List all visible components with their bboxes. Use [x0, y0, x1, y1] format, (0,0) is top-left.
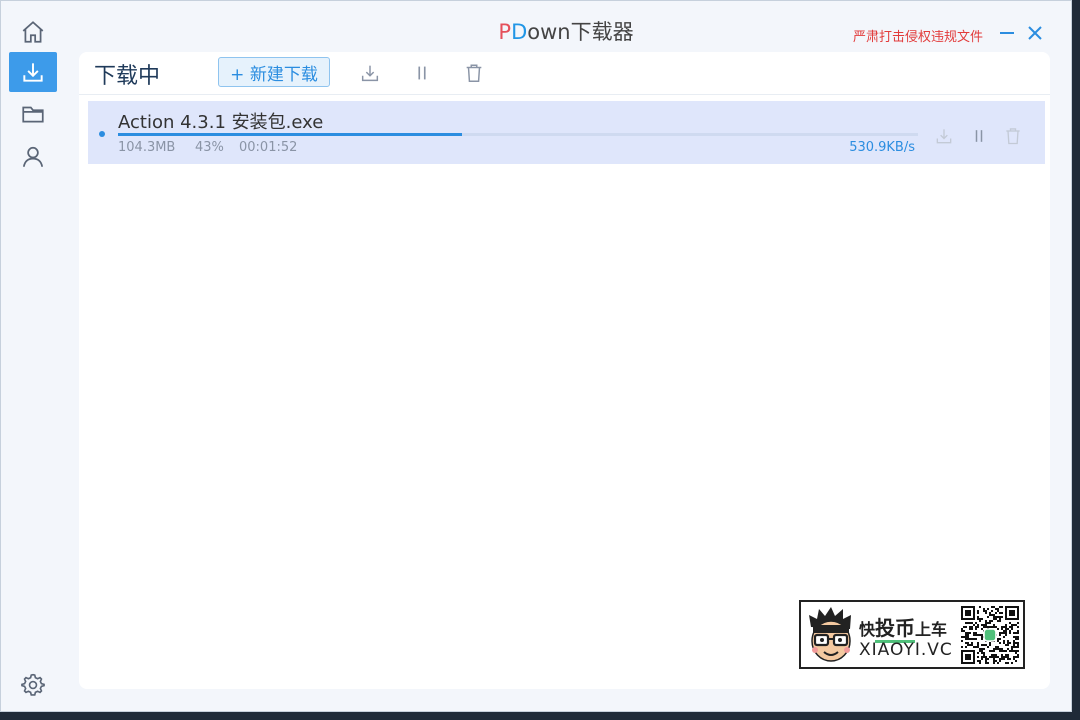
new-download-button[interactable]: + 新建下载 — [218, 57, 330, 87]
task-size: 104.3MB — [118, 140, 176, 155]
task-percent: 43% — [195, 140, 224, 155]
task-start-button[interactable] — [933, 125, 955, 147]
download-icon — [23, 63, 43, 82]
minimize-icon — [1000, 32, 1014, 34]
task-elapsed: 00:01:52 — [239, 140, 298, 155]
trash-icon — [1006, 128, 1020, 145]
pause-all-icon — [418, 66, 426, 80]
start-all-button[interactable] — [358, 61, 382, 85]
close-icon — [1028, 26, 1042, 40]
download-icon — [936, 129, 952, 144]
user-icon — [22, 146, 44, 167]
sidebar-item-completed[interactable] — [9, 94, 57, 134]
sidebar — [1, 1, 61, 711]
watermark-slogan: 快投币上车 — [859, 612, 947, 643]
cartoon-face-logo — [809, 607, 851, 662]
sidebar-item-home[interactable] — [9, 12, 57, 52]
gear-icon — [21, 673, 45, 696]
main-panel: 下载中 + 新建下载 Action 4.3.1 安装包.exe 104.3MB … — [79, 52, 1050, 689]
qr-code-image — [961, 606, 1019, 664]
pause-all-button[interactable] — [410, 61, 434, 85]
task-delete-button[interactable] — [1002, 125, 1024, 147]
toolbar: 下载中 + 新建下载 — [79, 52, 1050, 95]
folder-icon — [22, 106, 44, 123]
app-window: PDown下载器 严肃打击侵权违规文件 下载中 + 新建下载 Action 4.… — [0, 0, 1072, 712]
home-icon — [22, 21, 44, 43]
title-bar: PDown下载器 严肃打击侵权违规文件 — [61, 1, 1071, 51]
pause-icon — [975, 130, 983, 142]
sidebar-item-account[interactable] — [9, 137, 57, 177]
delete-all-button[interactable] — [462, 61, 486, 85]
page-title: 下载中 — [94, 64, 161, 89]
close-button[interactable] — [1025, 23, 1045, 43]
sidebar-item-downloading[interactable] — [9, 52, 57, 92]
minimize-button[interactable] — [997, 23, 1017, 43]
download-all-icon — [361, 65, 379, 82]
task-speed: 530.9KB/s — [849, 140, 915, 155]
task-progress-fill — [118, 133, 462, 136]
watermark-site: XIAOYI.VC — [859, 640, 953, 660]
task-progress-bar — [118, 133, 918, 136]
delete-all-icon — [466, 64, 482, 82]
task-row[interactable]: Action 4.3.1 安装包.exe 104.3MB 43% 00:01:5… — [88, 101, 1045, 164]
task-pause-button[interactable] — [968, 125, 990, 147]
task-filename: Action 4.3.1 安装包.exe — [118, 112, 324, 133]
task-status-dot — [99, 131, 105, 137]
copyright-notice: 严肃打击侵权违规文件 — [852, 30, 983, 45]
watermark-badge: 快投币上车 XIAOYI.VC — [799, 600, 1025, 669]
sidebar-item-settings[interactable] — [9, 665, 57, 705]
